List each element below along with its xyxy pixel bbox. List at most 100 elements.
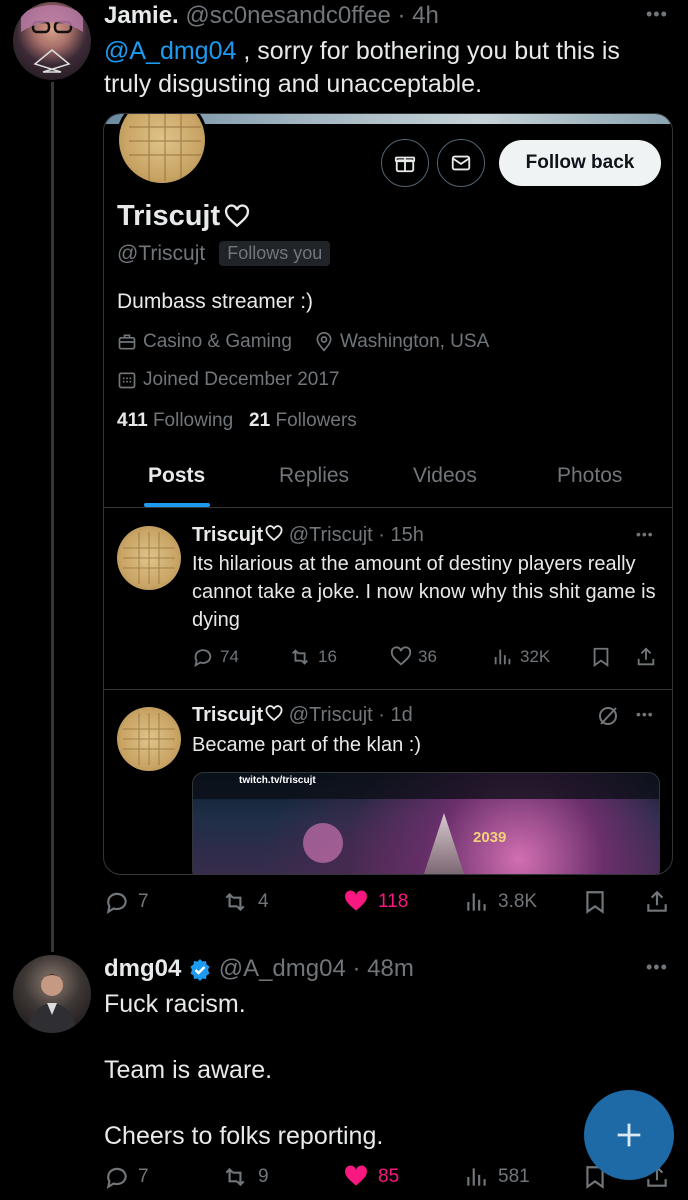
follow-counts: 411 Following 21 Followers: [117, 410, 357, 432]
view-count: 3.8K: [498, 891, 538, 912]
more-options-icon[interactable]: •••: [646, 957, 668, 978]
profile-bio: Dumbass streamer :): [117, 290, 314, 313]
tab-photos[interactable]: Photos: [557, 464, 622, 488]
category-text: Casino & Gaming: [143, 331, 292, 352]
following-count: 411: [117, 410, 148, 431]
followers-link[interactable]: 21 Followers: [249, 410, 357, 431]
post-timestamp[interactable]: 15h: [391, 524, 424, 546]
tweet-text: @A_dmg04 , sorry for bothering you but t…: [104, 35, 664, 101]
profile-avatar[interactable]: [116, 114, 208, 186]
heart-filled-icon: [345, 890, 367, 911]
compose-button[interactable]: [584, 1090, 674, 1180]
reply-icon: [106, 1167, 127, 1189]
gift-button[interactable]: [381, 139, 429, 187]
mention-link[interactable]: @A_dmg04: [104, 37, 236, 65]
separator-dot: ·: [372, 524, 391, 546]
emblem-icon: [303, 823, 343, 863]
post-author-name[interactable]: Triscujt: [192, 704, 263, 726]
follow-back-button[interactable]: Follow back: [499, 140, 661, 186]
author-handle[interactable]: @A_dmg04: [219, 955, 346, 982]
profile-handle: @Triscujt: [117, 241, 206, 265]
repost-icon: [292, 649, 308, 665]
avatar[interactable]: [13, 2, 91, 80]
heart-icon: [390, 646, 412, 666]
tab-videos[interactable]: Videos: [413, 464, 477, 488]
like-count: 118: [378, 891, 409, 912]
repost-button[interactable]: 4: [220, 889, 269, 915]
bookmark-button[interactable]: [582, 889, 608, 915]
reply-icon: [106, 892, 127, 914]
post-header: Triscujt @Triscujt · 15h: [192, 524, 424, 547]
repost-button[interactable]: 16: [288, 646, 337, 668]
post-header: Triscujt @Triscujt · 1d: [192, 704, 413, 727]
post-author-name[interactable]: Triscujt: [192, 524, 263, 546]
profile-location: Washington, USA: [314, 331, 489, 353]
reply-count: 7: [138, 891, 149, 912]
share-icon: [637, 647, 655, 666]
like-button[interactable]: 118: [342, 889, 408, 915]
profile-name-text: Triscujt: [117, 200, 221, 232]
joined-text: Joined December 2017: [143, 369, 340, 390]
post-more-icon[interactable]: •••: [636, 526, 654, 542]
briefcase-icon: [118, 334, 136, 350]
profile-joined: Joined December 2017: [117, 369, 339, 391]
views-button[interactable]: 32K: [492, 646, 550, 668]
author-handle[interactable]: @sc0nesandc0ffee: [185, 2, 390, 29]
bookmark-button[interactable]: [590, 646, 612, 668]
views-button[interactable]: 3.8K: [464, 889, 537, 915]
share-button[interactable]: [644, 889, 670, 915]
reply-button[interactable]: 7: [104, 1164, 149, 1190]
post-avatar[interactable]: [117, 707, 181, 771]
post-timestamp[interactable]: 1d: [391, 704, 413, 726]
tab-posts[interactable]: Posts: [148, 464, 205, 488]
profile-tabs: Posts Replies Videos Photos: [104, 454, 672, 508]
like-count: 85: [378, 1166, 400, 1187]
profile-category: Casino & Gaming: [117, 331, 292, 353]
more-options-icon[interactable]: •••: [646, 4, 668, 25]
bookmark-icon: [586, 891, 604, 914]
tab-replies[interactable]: Replies: [279, 464, 349, 488]
profile-name: Triscujt: [117, 200, 250, 233]
tweet-header: Jamie. @sc0nesandc0ffee · 4h: [104, 2, 439, 30]
analytics-icon: [467, 1168, 486, 1186]
views-button[interactable]: 581: [464, 1164, 530, 1190]
profile-handle-row: @Triscujt Follows you: [117, 241, 331, 266]
stream-url-text: twitch.tv/triscujt: [239, 775, 316, 786]
heart-outline-icon: [225, 203, 250, 227]
like-button[interactable]: 36: [390, 646, 437, 668]
post-author-handle[interactable]: @Triscujt: [289, 704, 373, 726]
post-text: Became part of the klan :): [192, 734, 422, 756]
post-author-handle[interactable]: @Triscujt: [289, 524, 373, 546]
post-avatar[interactable]: [117, 526, 181, 590]
followers-count: 21: [249, 410, 271, 431]
reply-count: 74: [220, 647, 239, 666]
avatar-image-icon: [27, 974, 77, 1033]
thread-connector: [51, 82, 54, 952]
repost-count: 9: [258, 1166, 269, 1187]
post-media-image[interactable]: twitch.tv/triscujt 2039: [192, 772, 660, 874]
avatar-image-icon: [21, 5, 83, 73]
location-pin-icon: [316, 332, 332, 352]
post-divider: [104, 689, 672, 690]
quoted-profile-card[interactable]: Follow back Triscujt @Triscujt Follows y…: [103, 113, 673, 875]
repost-count: 16: [318, 647, 337, 666]
like-count: 36: [418, 647, 437, 666]
plus-icon: [617, 1123, 641, 1147]
share-button[interactable]: [635, 646, 657, 668]
timestamp[interactable]: 48m: [367, 955, 414, 982]
repost-button[interactable]: 9: [220, 1164, 269, 1190]
timestamp[interactable]: 4h: [412, 2, 439, 29]
author-name[interactable]: dmg04: [104, 955, 181, 982]
reply-button[interactable]: 7: [104, 889, 149, 915]
following-link[interactable]: 411 Following: [117, 410, 233, 431]
author-name[interactable]: Jamie.: [104, 2, 179, 29]
reply-button[interactable]: 74: [192, 646, 239, 668]
reply-icon: [194, 649, 212, 668]
message-button[interactable]: [437, 139, 485, 187]
post-more-icon[interactable]: •••: [636, 706, 654, 722]
avatar[interactable]: [13, 955, 91, 1033]
tweet-header: dmg04 @A_dmg04 · 48m: [104, 955, 414, 983]
location-text: Washington, USA: [340, 331, 490, 352]
grok-icon[interactable]: [596, 704, 620, 733]
like-button[interactable]: 85: [342, 1164, 399, 1190]
